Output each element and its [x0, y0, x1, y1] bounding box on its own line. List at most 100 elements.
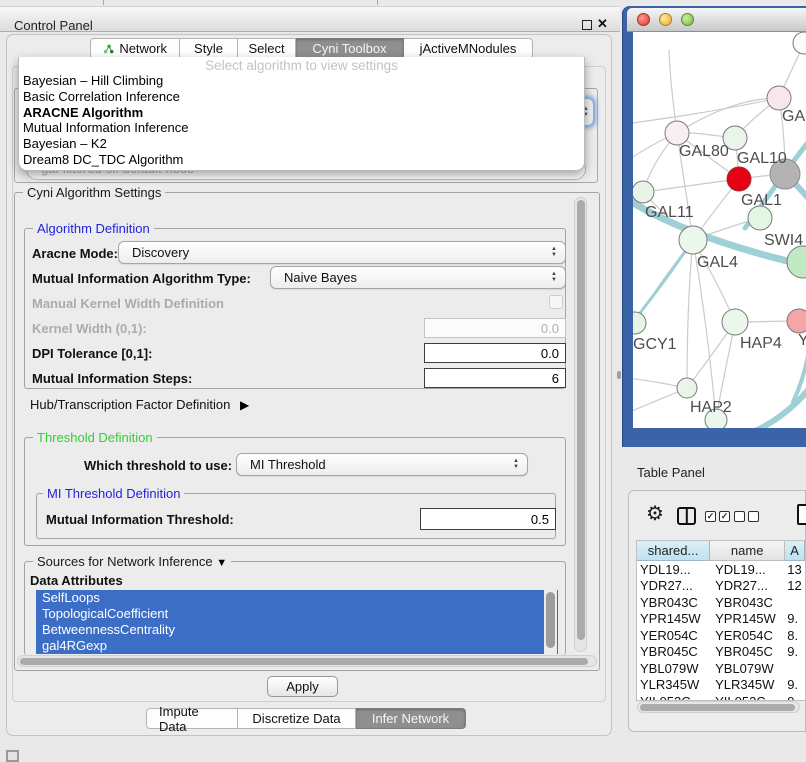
scrollbar-thumb[interactable]	[20, 658, 588, 665]
dpi-tolerance-input[interactable]: 0.0	[424, 343, 566, 363]
control-panel-title: Control Panel	[14, 18, 93, 33]
sources-title-row[interactable]: Sources for Network Inference ▼	[33, 554, 231, 569]
cell-shared: YBR043C	[637, 595, 710, 610]
list-item[interactable]: TopologicalCoefficient	[36, 606, 558, 622]
popup-item[interactable]: Basic Correlation Inference	[19, 89, 584, 105]
table-row[interactable]: YBR045C YBR045C 9.	[637, 644, 805, 661]
kernel-width-input[interactable]: 0.0	[424, 318, 566, 338]
mi-threshold-label: Mutual Information Threshold:	[46, 512, 234, 527]
scrollbar-thumb[interactable]	[640, 704, 795, 711]
network-graph: GAL GAL80 GAL10 GAL1 GAL11 SWI4 GAL4 GCY…	[633, 32, 806, 428]
tab-impute-data[interactable]: Impute Data	[146, 708, 238, 729]
popup-item[interactable]: Dream8 DC_TDC Algorithm	[19, 152, 584, 168]
node-hap4[interactable]	[722, 309, 748, 335]
table-row[interactable]: YDL19... YDL19... 13	[637, 561, 805, 578]
apply-button[interactable]: Apply	[267, 676, 338, 697]
node-label: SWI4	[764, 232, 803, 249]
pane-divider-handle[interactable]	[617, 371, 621, 379]
tab-label: Cyni Toolbox	[312, 41, 386, 56]
list-item[interactable]: SelfLoops	[36, 590, 558, 606]
cell-name: YPR145W	[710, 611, 785, 626]
checked-box-icon: ✓	[705, 511, 716, 522]
float-window-icon[interactable]	[582, 20, 592, 30]
cell-name: YDR27...	[710, 578, 785, 593]
unchecked-box-icon	[734, 511, 745, 522]
table-row[interactable]: YPR145W YPR145W 9.	[637, 611, 805, 628]
table-row[interactable]: YIL052C YIL052C 9	[637, 693, 805, 701]
table-row[interactable]: YBR043C YBR043C	[637, 594, 805, 611]
which-threshold-combobox[interactable]: MI Threshold ▲▼	[236, 453, 528, 476]
hub-section-toggle[interactable]: Hub/Transcription Factor Definition ▶	[30, 397, 249, 412]
tab-cyni-toolbox[interactable]: Cyni Toolbox	[296, 38, 404, 59]
tab-jactivemnodules[interactable]: jActiveMNodules	[404, 38, 533, 59]
mi-algorithm-type-label: Mutual Information Algorithm Type:	[32, 271, 251, 286]
manual-kernel-checkbox[interactable]	[549, 295, 563, 309]
mi-algorithm-type-value: Naive Bayes	[271, 270, 551, 285]
node-attribute-table[interactable]: shared... name A YDL19... YDL19... 13 YD…	[636, 540, 806, 701]
tab-infer-network[interactable]: Infer Network	[356, 708, 466, 729]
network-view-canvas[interactable]: GAL GAL80 GAL10 GAL1 GAL11 SWI4 GAL4 GCY…	[633, 32, 806, 428]
scrollbar-thumb[interactable]	[577, 200, 585, 640]
popup-item[interactable]: Bayesian – Hill Climbing	[19, 73, 584, 89]
cell-extra: 9	[785, 694, 805, 701]
node[interactable]	[793, 32, 806, 54]
columns-icon[interactable]	[677, 507, 696, 525]
node[interactable]	[787, 309, 806, 333]
list-item[interactable]: gal4RGexp	[36, 638, 558, 654]
popup-item-selected[interactable]: ARACNE Algorithm	[19, 105, 584, 121]
settings-vertical-scrollbar[interactable]	[574, 197, 587, 652]
deselect-all-columns-icon[interactable]	[734, 511, 759, 522]
node-label: GAL4	[697, 254, 738, 271]
popup-item[interactable]: Bayesian – K2	[19, 136, 584, 152]
node-gcy1[interactable]	[633, 312, 646, 334]
mi-threshold-input[interactable]: 0.5	[420, 508, 556, 530]
gear-icon[interactable]: ⚙	[646, 504, 664, 524]
list-vertical-scrollbar[interactable]	[544, 590, 557, 654]
mi-threshold-value: 0.5	[531, 512, 549, 527]
table-row[interactable]: YLR345W YLR345W 9.	[637, 677, 805, 694]
document-icon[interactable]	[797, 504, 806, 525]
node[interactable]	[787, 246, 806, 278]
table-row[interactable]: YDR27... YDR27... 12	[637, 578, 805, 595]
node-label: HAP2	[690, 399, 732, 416]
minimize-traffic-light[interactable]	[659, 13, 672, 26]
data-attributes-list[interactable]: SelfLoops TopologicalCoefficient Between…	[36, 590, 558, 654]
aracne-mode-combobox[interactable]: Discovery ▲▼	[118, 241, 566, 264]
tab-style[interactable]: Style	[180, 38, 238, 59]
node-hap2[interactable]	[677, 378, 697, 398]
node-label: GCY1	[633, 336, 677, 353]
close-traffic-light[interactable]	[637, 13, 650, 26]
tab-discretize-data[interactable]: Discretize Data	[238, 708, 356, 729]
tab-network[interactable]: Network	[90, 38, 180, 59]
table-row[interactable]: YBL079W YBL079W	[637, 660, 805, 677]
column-header-partial[interactable]: A	[785, 541, 805, 561]
node-label: GAL1	[741, 192, 782, 209]
algorithm-definition-title: Algorithm Definition	[33, 221, 154, 236]
control-panel-tabbar: Network Style Select Cyni Toolbox jActiv…	[90, 38, 533, 59]
network-window-titlebar[interactable]	[627, 8, 806, 32]
collapse-arrow-icon: ▼	[216, 557, 227, 569]
table-row[interactable]: YER054C YER054C 8.	[637, 627, 805, 644]
popup-item[interactable]: Mutual Information Inference	[19, 120, 584, 136]
scrollbar-thumb[interactable]	[546, 592, 555, 648]
node-gal11[interactable]	[633, 181, 654, 203]
node-label: HAP4	[740, 335, 782, 352]
mi-algorithm-type-combobox[interactable]: Naive Bayes ▲▼	[270, 266, 566, 289]
tab-select[interactable]: Select	[238, 38, 296, 59]
control-panel-titlebar: Control Panel ✕	[0, 6, 620, 32]
list-item[interactable]: BetweennessCentrality	[36, 622, 558, 638]
settings-horizontal-scrollbar[interactable]	[17, 655, 597, 667]
node-gal4[interactable]	[679, 226, 707, 254]
column-header-name[interactable]: name	[710, 541, 785, 561]
node-swi4[interactable]	[748, 206, 772, 230]
column-header-shared-name[interactable]: shared...	[637, 541, 710, 561]
select-all-columns-icon[interactable]: ✓ ✓	[705, 511, 730, 522]
table-horizontal-scrollbar[interactable]	[637, 701, 800, 713]
node-gal80[interactable]	[665, 121, 689, 145]
mi-steps-input[interactable]: 6	[424, 368, 566, 388]
zoom-traffic-light[interactable]	[681, 13, 694, 26]
close-icon[interactable]: ✕	[597, 16, 608, 32]
node-gal1[interactable]	[727, 167, 751, 191]
node[interactable]	[767, 86, 791, 110]
network-nodes[interactable]	[633, 32, 806, 428]
